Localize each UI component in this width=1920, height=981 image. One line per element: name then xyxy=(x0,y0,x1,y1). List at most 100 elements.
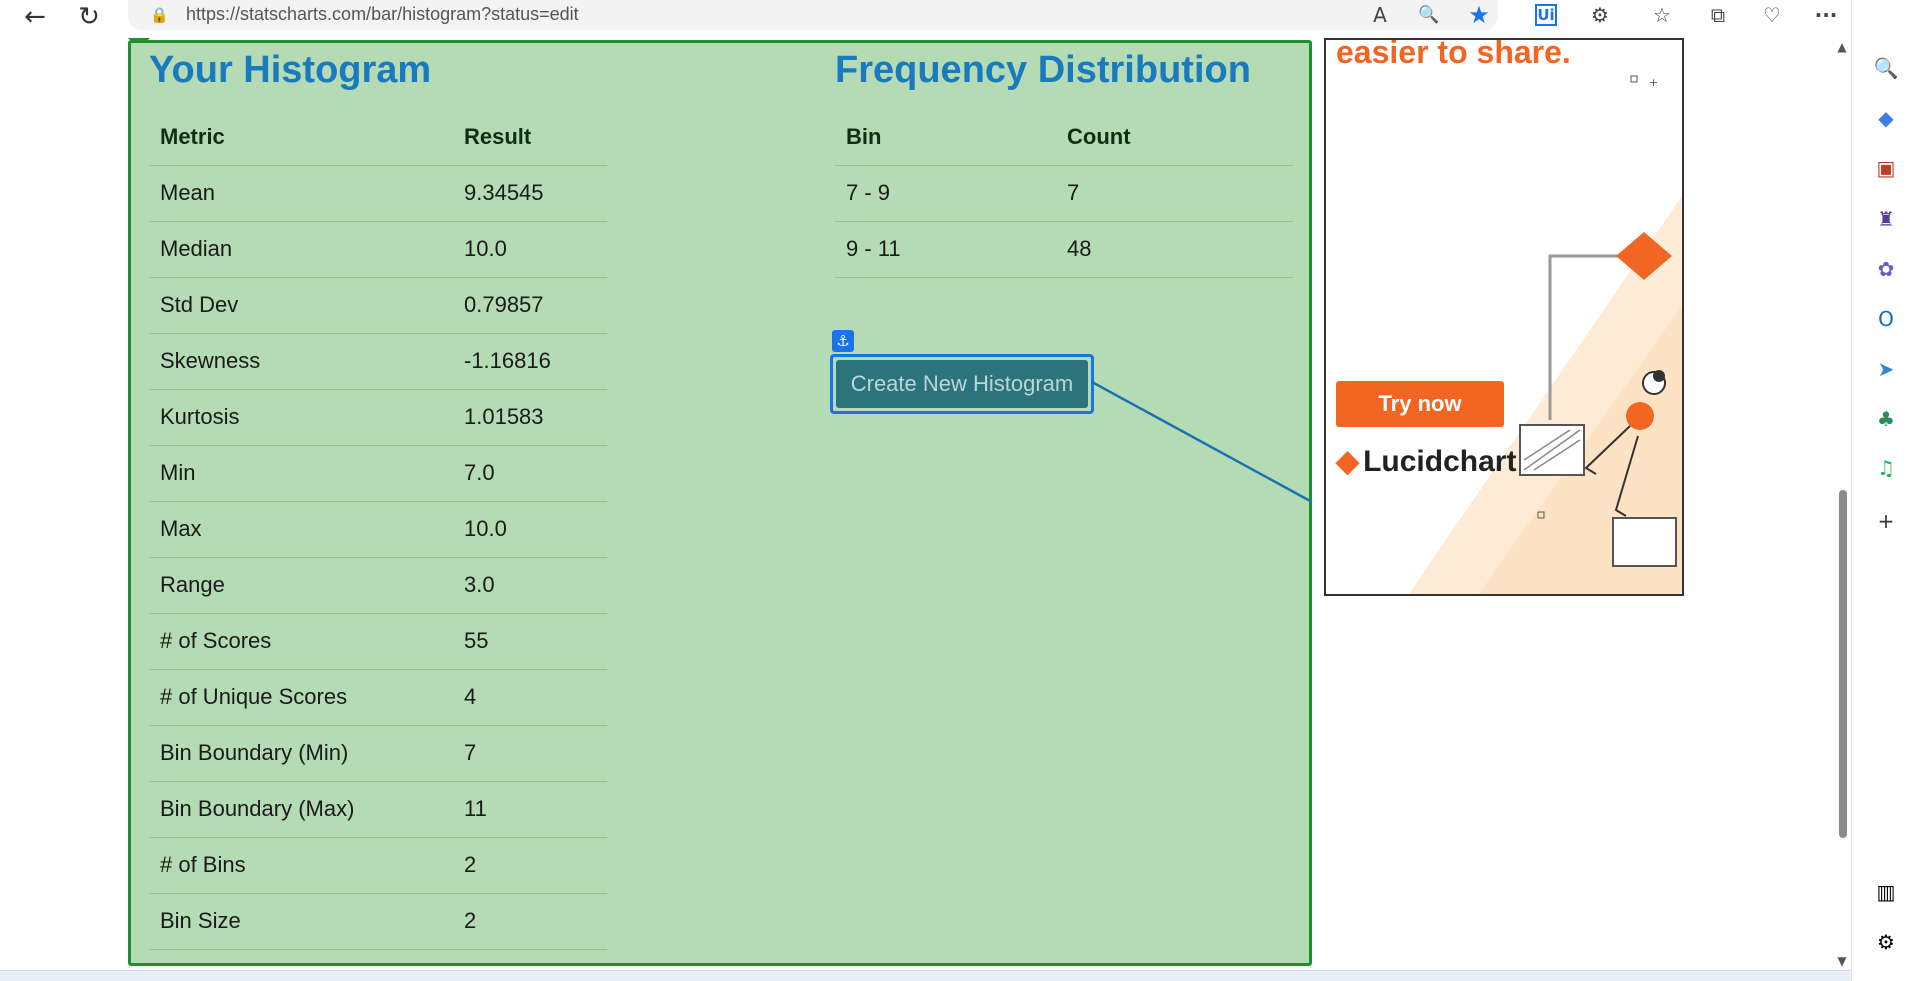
zoom-icon[interactable]: 🔍 xyxy=(1413,0,1445,30)
metric-name: Max xyxy=(149,501,453,558)
metric-name: # of Bins xyxy=(149,837,453,894)
metric-value: 11 xyxy=(453,781,607,838)
metric-name: Range xyxy=(149,557,453,614)
connector-line xyxy=(1091,380,1313,504)
split-screen-icon[interactable]: ▥ xyxy=(1870,876,1902,908)
send-icon[interactable]: ➤ xyxy=(1870,353,1902,385)
metric-value: 9.34545 xyxy=(453,165,607,222)
histogram-title: Your Histogram xyxy=(149,49,432,91)
performance-icon[interactable]: ♡ xyxy=(1756,0,1788,30)
favorites-icon[interactable]: ☆ xyxy=(1646,0,1678,30)
metric-name: Skewness xyxy=(149,333,453,390)
metric-value: -1.16816 xyxy=(453,333,607,390)
lucidchart-ad[interactable]: + easier to share. Try now ◆ Lucidchart xyxy=(1324,38,1684,596)
lucidchart-brand: Lucidchart xyxy=(1363,445,1517,478)
browser-toolbar: ← ↻ 🔒 https://statscharts.com/bar/histog… xyxy=(0,0,1920,38)
table-row: Median 10.0 xyxy=(149,221,607,278)
office-icon[interactable]: ✿ xyxy=(1870,253,1902,285)
tree-icon[interactable]: ♣ xyxy=(1870,403,1902,435)
tag-icon[interactable]: ◆ xyxy=(1870,102,1902,134)
metric-name: # of Unique Scores xyxy=(149,669,453,726)
bin-count: 7 xyxy=(1056,165,1293,222)
read-aloud-icon[interactable]: A xyxy=(1364,0,1396,30)
metric-name: Mean xyxy=(149,165,453,222)
table-row: Bin Size 2 xyxy=(149,893,607,950)
bottom-taskbar-edge xyxy=(0,970,1851,981)
table-row: Bin Boundary (Min) 7 xyxy=(149,725,607,782)
metric-name: Min xyxy=(149,445,453,502)
scroll-down-icon[interactable]: ▼ xyxy=(1834,954,1850,968)
more-menu-icon[interactable]: ··· xyxy=(1810,0,1842,30)
bin-count: 48 xyxy=(1056,221,1293,278)
refresh-icon[interactable]: ↻ xyxy=(74,2,104,32)
toolbox-icon[interactable]: ▣ xyxy=(1870,152,1902,184)
table-row: Max 10.0 xyxy=(149,501,607,558)
table-row: Std Dev 0.79857 xyxy=(149,277,607,334)
metric-name: Kurtosis xyxy=(149,389,453,446)
lucidchart-logo-icon: ◆ xyxy=(1336,445,1360,478)
scrollbar-thumb[interactable] xyxy=(1839,490,1847,838)
metric-name: Median xyxy=(149,221,453,278)
metric-value: 3.0 xyxy=(453,557,607,614)
metric-value: 55 xyxy=(453,613,607,670)
collections-icon[interactable]: ⧉ xyxy=(1702,0,1734,30)
table-row: Min 7.0 xyxy=(149,445,607,502)
ui-extension-icon[interactable]: Ui xyxy=(1535,4,1557,26)
metric-value: 0.79857 xyxy=(453,277,607,334)
metric-name: Bin Boundary (Max) xyxy=(149,781,453,838)
table-row: Mean 9.34545 xyxy=(149,165,607,222)
create-button-highlight: Create New Histogram xyxy=(830,354,1094,414)
metric-value: 10.0 xyxy=(453,501,607,558)
table-row: Kurtosis 1.01583 xyxy=(149,389,607,446)
lock-icon[interactable]: 🔒 xyxy=(150,6,169,24)
metric-name: # of Scores xyxy=(149,613,453,670)
extensions-icon[interactable]: ⚙ xyxy=(1584,0,1616,30)
frequency-title: Frequency Distribution xyxy=(835,49,1251,91)
add-icon[interactable]: + xyxy=(1870,505,1902,537)
metric-value: 4 xyxy=(453,669,607,726)
statistics-table: Metric Result Mean 9.34545 Median 10.0 Std D… xyxy=(149,109,607,950)
table-row: # of Bins 2 xyxy=(149,837,607,894)
table-row: 7 - 97 xyxy=(835,165,1293,222)
bin-range: 7 - 9 xyxy=(835,165,1056,222)
ad-headline: easier to share. xyxy=(1336,38,1571,70)
table-row: Bin Boundary (Max) 11 xyxy=(149,781,607,838)
settings-gear-icon[interactable]: ⚙ xyxy=(1870,926,1902,958)
outlook-icon[interactable]: O xyxy=(1870,303,1902,335)
back-icon[interactable]: ← xyxy=(20,2,50,32)
search-icon[interactable]: 🔍 xyxy=(1870,52,1902,84)
table-row: Range 3.0 xyxy=(149,557,607,614)
metric-value: 2 xyxy=(453,893,607,950)
spotify-icon[interactable]: ♫ xyxy=(1870,452,1902,484)
metric-value: 2 xyxy=(453,837,607,894)
ad-illustration: + xyxy=(1408,75,1682,594)
table-row: # of Unique Scores 4 xyxy=(149,669,607,726)
create-new-histogram-button[interactable]: Create New Histogram xyxy=(836,360,1088,408)
table-header: Bin xyxy=(835,109,1056,166)
table-row: Skewness -1.16816 xyxy=(149,333,607,390)
metric-name: Bin Size xyxy=(149,893,453,950)
table-header: Result xyxy=(453,109,607,166)
table-row: # of Scores 55 xyxy=(149,613,607,670)
ad-try-now-button[interactable]: Try now xyxy=(1336,381,1504,427)
chess-icon[interactable]: ♜ xyxy=(1870,203,1902,235)
table-header: Count xyxy=(1056,109,1293,166)
frequency-table: Bin Count 7 - 979 - 11 48 xyxy=(835,109,1293,278)
bin-range: 9 - 11 xyxy=(835,221,1056,278)
svg-text:+: + xyxy=(1649,76,1658,89)
metric-name: Bin Boundary (Min) xyxy=(149,725,453,782)
metric-value: 7 xyxy=(453,725,607,782)
scroll-up-icon[interactable]: ▲ xyxy=(1834,40,1850,54)
panel-target-icon[interactable]: ◎ xyxy=(128,38,150,40)
lucidchart-logo: ◆ Lucidchart xyxy=(1336,444,1516,479)
table-row: 9 - 11 48 xyxy=(835,221,1293,278)
metric-value: 10.0 xyxy=(453,221,607,278)
anchor-icon[interactable]: ⚓ xyxy=(832,330,854,352)
metric-value: 7.0 xyxy=(453,445,607,502)
edge-sidebar xyxy=(1851,0,1920,981)
page-content: Your Histogram Frequency Distribution Me… xyxy=(0,38,1850,976)
url-text[interactable]: https://statscharts.com/bar/histogram?st… xyxy=(186,4,579,25)
favorite-star-icon[interactable]: ★ xyxy=(1463,0,1495,30)
metric-value: 1.01583 xyxy=(453,389,607,446)
metric-name: Std Dev xyxy=(149,277,453,334)
